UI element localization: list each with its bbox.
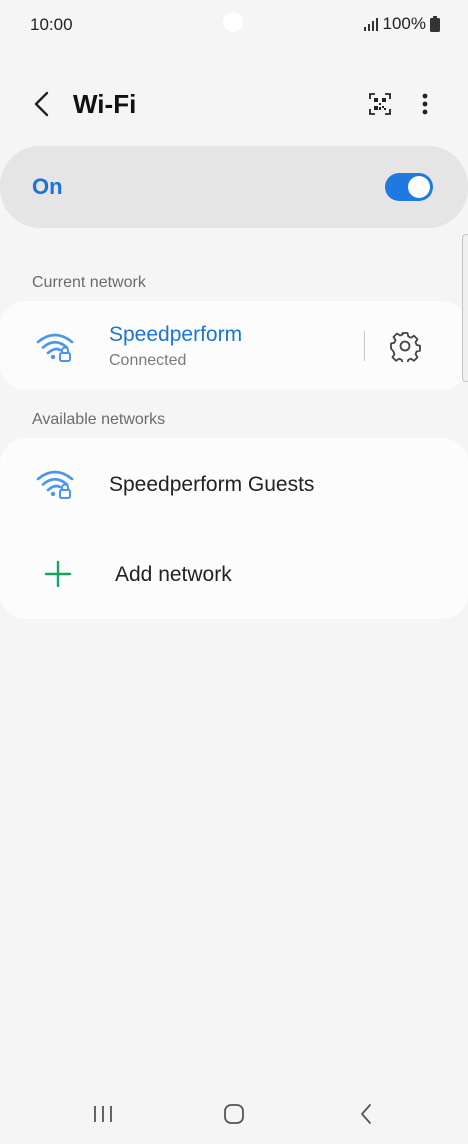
qr-code-icon: [369, 93, 391, 115]
network-item[interactable]: Speedperform Guests: [0, 438, 468, 530]
wifi-lock-icon: [36, 333, 74, 362]
home-button[interactable]: [214, 1098, 254, 1130]
status-indicators: 100%: [363, 14, 440, 34]
page-title: Wi-Fi: [73, 89, 137, 119]
back-arrow-icon: [34, 91, 49, 117]
recent-apps-button[interactable]: [83, 1098, 123, 1130]
navigation-bar: [0, 1084, 468, 1144]
add-network-row[interactable]: Add network: [0, 530, 468, 619]
back-icon: [361, 1104, 371, 1124]
wifi-toggle-label: On: [32, 174, 63, 199]
app-header: Wi-Fi: [0, 80, 468, 128]
network-settings-button[interactable]: [388, 329, 422, 363]
plus-icon: [44, 560, 72, 588]
network-name: Speedperform Guests: [109, 473, 315, 496]
recent-apps-icon: [94, 1106, 112, 1122]
available-networks-card: Speedperform Guests Add network: [0, 438, 468, 619]
status-bar: 10:00 100%: [0, 0, 468, 50]
gear-icon: [390, 332, 421, 362]
more-options-icon: [422, 93, 428, 115]
qr-code-button[interactable]: [366, 90, 394, 118]
system-back-button[interactable]: [346, 1098, 386, 1130]
row-divider: [364, 331, 365, 361]
wifi-toggle-card[interactable]: On: [0, 146, 468, 228]
signal-icon: [363, 18, 378, 31]
wifi-lock-icon: [36, 470, 74, 499]
more-options-button[interactable]: [413, 88, 437, 120]
status-time: 10:00: [30, 15, 73, 34]
home-icon: [224, 1104, 244, 1124]
switch-knob: [408, 176, 430, 198]
add-network-label: Add network: [115, 563, 232, 586]
battery-icon: [430, 16, 440, 32]
current-network-header: Current network: [32, 274, 146, 291]
battery-percent: 100%: [382, 14, 426, 33]
back-button[interactable]: [26, 88, 56, 120]
wifi-switch[interactable]: [385, 173, 433, 201]
current-network-status: Connected: [109, 352, 187, 369]
current-network-name: Speedperform: [109, 323, 243, 346]
scroll-handle[interactable]: [462, 234, 468, 382]
available-networks-header: Available networks: [32, 411, 166, 428]
camera-cutout: [223, 12, 243, 32]
current-network-card: Speedperform Connected: [0, 301, 468, 390]
